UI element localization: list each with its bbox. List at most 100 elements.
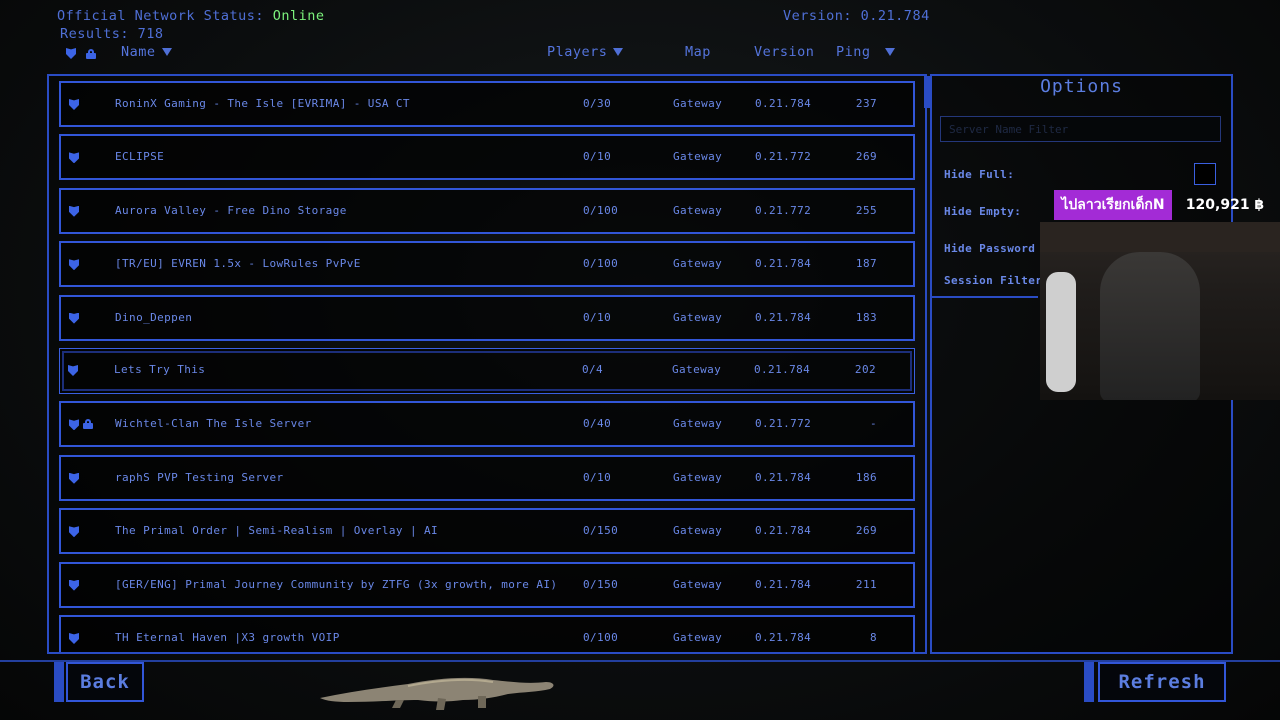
hide-full-checkbox[interactable] xyxy=(1194,163,1216,185)
sort-down-icon xyxy=(161,48,172,56)
column-players-label: Players xyxy=(547,44,608,60)
results-label: Results: xyxy=(60,26,130,42)
server-map: Gateway xyxy=(673,577,723,591)
hide-full-label: Hide Full: xyxy=(944,168,1015,181)
refresh-button[interactable]: Refresh xyxy=(1098,662,1226,702)
server-name: The Primal Order | Semi-Realism | Overla… xyxy=(115,524,439,538)
server-ping: 269 xyxy=(855,150,877,164)
server-map: Gateway xyxy=(673,310,723,324)
server-map: Gateway xyxy=(673,257,723,271)
server-map: Gateway xyxy=(673,97,723,110)
sort-down-icon xyxy=(884,48,895,56)
server-row[interactable]: TH Eternal Haven |X3 growth VOIP 0/100 Gat… xyxy=(59,615,915,652)
server-name: ECLIPSE xyxy=(115,150,165,164)
server-map: Gateway xyxy=(673,631,723,644)
server-name-filter-input[interactable] xyxy=(940,116,1221,142)
shield-icon xyxy=(69,419,79,431)
server-icons xyxy=(68,365,78,376)
options-divider xyxy=(932,296,1038,298)
server-row[interactable]: Wichtel-Clan The Isle Server 0/40 Gateway 0… xyxy=(59,401,915,448)
server-icons xyxy=(69,419,93,431)
server-players: 0/40 xyxy=(583,417,612,431)
sort-down-icon xyxy=(613,48,624,56)
server-icons xyxy=(69,579,79,591)
server-row[interactable]: ECLIPSE 0/10 Gateway 0.21.772 269 xyxy=(59,134,915,181)
webcam-figure xyxy=(1046,272,1076,392)
shield-icon xyxy=(69,205,79,217)
server-ping: 186 xyxy=(855,470,877,484)
server-name: [GER/ENG] Primal Journey Community by ZT… xyxy=(115,577,558,591)
column-header-version[interactable]: Version xyxy=(754,44,814,60)
column-header-map[interactable]: Map xyxy=(685,44,711,60)
donation-alert: ไปลาวเรียกเด็กN xyxy=(1054,190,1172,220)
server-row[interactable]: Lets Try This 0/4 Gateway 0.21.784 202 xyxy=(59,348,915,394)
server-ping: 187 xyxy=(855,257,877,271)
server-row[interactable]: Dino_Deppen 0/10 Gateway 0.21.784 183 xyxy=(59,294,915,341)
server-icons xyxy=(69,472,79,484)
shield-icon xyxy=(69,633,79,644)
donation-amount: 120,921 ฿ xyxy=(1185,197,1265,213)
server-row[interactable]: [GER/ENG] Primal Journey Community by ZT… xyxy=(59,561,915,608)
server-name: Lets Try This xyxy=(114,363,206,376)
server-list[interactable]: RoninX Gaming - The Isle [EVRIMA] - USA … xyxy=(47,74,927,654)
column-name-label: Name xyxy=(121,44,156,60)
game-version: Version: 0.21.784 xyxy=(783,8,930,24)
server-name: Wichtel-Clan The Isle Server xyxy=(115,417,312,431)
webcam-overlay xyxy=(1040,222,1280,400)
password-filter-header[interactable] xyxy=(86,47,96,63)
server-players: 0/100 xyxy=(583,203,619,217)
shield-icon xyxy=(69,259,79,271)
server-version: 0.21.784 xyxy=(755,524,812,538)
server-map: Gateway xyxy=(673,150,723,164)
server-ping: - xyxy=(869,417,877,431)
options-title: Options xyxy=(1040,76,1123,97)
official-filter-header[interactable] xyxy=(66,47,76,63)
server-ping: 211 xyxy=(855,577,877,591)
results-count: Results: 718 xyxy=(60,26,164,42)
server-row[interactable]: RoninX Gaming - The Isle [EVRIMA] - USA … xyxy=(59,81,915,127)
server-row[interactable]: raphS PVP Testing Server 0/10 Gateway 0.21.… xyxy=(59,454,915,501)
version-value: 0.21.784 xyxy=(860,8,930,24)
server-icons xyxy=(69,205,79,217)
server-version: 0.21.784 xyxy=(755,470,812,484)
server-ping: 255 xyxy=(855,203,877,217)
server-version: 0.21.784 xyxy=(754,363,811,376)
server-map: Gateway xyxy=(673,417,723,431)
shield-icon xyxy=(69,472,79,484)
server-ping: 237 xyxy=(855,97,877,110)
lock-icon xyxy=(83,419,93,430)
server-version: 0.21.772 xyxy=(755,417,812,431)
server-ping: 202 xyxy=(854,363,876,376)
server-row[interactable]: The Primal Order | Semi-Realism | Overla… xyxy=(59,508,915,555)
lock-icon xyxy=(86,49,96,59)
column-header-players[interactable]: Players xyxy=(547,44,624,60)
server-icons xyxy=(69,152,79,164)
server-map: Gateway xyxy=(673,524,723,538)
server-ping: 269 xyxy=(855,524,877,538)
column-map-label: Map xyxy=(685,44,711,60)
server-name: RoninX Gaming - The Isle [EVRIMA] - USA … xyxy=(115,97,410,110)
webcam-chair xyxy=(1100,252,1200,400)
server-icons xyxy=(69,312,79,324)
hide-empty-label: Hide Empty: xyxy=(944,205,1022,218)
results-value: 718 xyxy=(137,26,164,42)
server-players: 0/4 xyxy=(582,363,604,376)
server-ping: 8 xyxy=(869,631,877,644)
column-header-ping[interactable]: Ping xyxy=(836,44,895,60)
back-button-accent xyxy=(54,662,64,702)
shield-icon xyxy=(69,579,79,591)
server-version: 0.21.784 xyxy=(755,97,812,110)
server-icons xyxy=(69,526,79,538)
column-header-name[interactable]: Name xyxy=(121,44,172,60)
server-row[interactable]: Aurora Valley - Free Dino Storage 0/100 Ga… xyxy=(59,187,915,234)
back-button[interactable]: Back xyxy=(66,662,144,702)
server-row[interactable]: [TR/EU] EVREN 1.5x - LowRules PvPvE 0/100… xyxy=(59,241,915,288)
server-map: Gateway xyxy=(672,363,722,376)
server-players: 0/10 xyxy=(583,310,612,324)
server-icons xyxy=(69,259,79,271)
server-name: raphS PVP Testing Server xyxy=(115,470,284,484)
server-version: 0.21.784 xyxy=(755,257,812,271)
server-players: 0/100 xyxy=(583,631,619,644)
server-players: 0/10 xyxy=(583,150,612,164)
crocodile-logo xyxy=(320,677,554,710)
